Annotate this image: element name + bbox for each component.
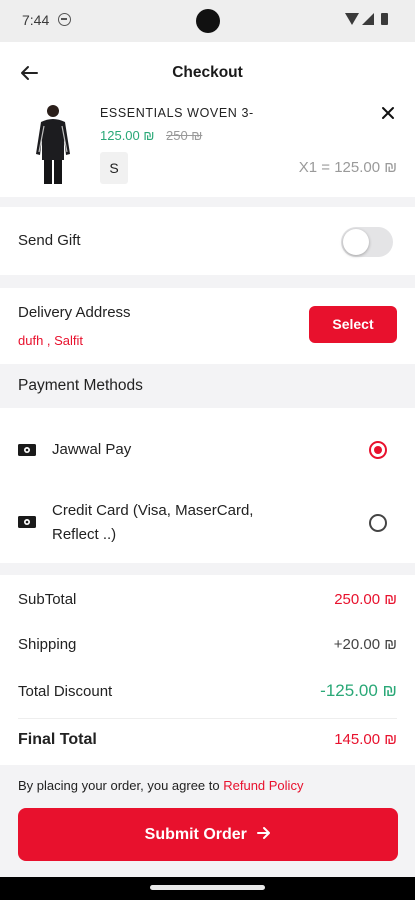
remove-item-icon[interactable]: [381, 106, 395, 120]
camera-cutout: [196, 9, 220, 33]
final-total-value: 145.00 ₪: [334, 731, 397, 748]
payment-option-label-line1: Credit Card (Visa, MaserCard,: [52, 502, 254, 519]
do-not-disturb-icon: [58, 13, 71, 26]
wifi-icon: [345, 13, 359, 25]
product-image[interactable]: [28, 102, 78, 186]
send-gift-row: Send Gift: [0, 207, 415, 275]
product-old-price: 250 ₪: [166, 128, 203, 143]
delivery-address-value: dufh , Salfit: [18, 333, 84, 348]
payment-radio-selected[interactable]: [369, 441, 387, 459]
submit-order-button[interactable]: Submit Order: [18, 808, 398, 861]
status-bar: 7:44: [0, 0, 415, 42]
status-time: 7:44: [22, 12, 50, 28]
shipping-label: Shipping: [18, 636, 77, 653]
delivery-address-label: Delivery Address: [18, 304, 131, 321]
battery-icon: [381, 13, 388, 25]
send-gift-toggle[interactable]: [341, 227, 393, 257]
cash-icon: [18, 516, 36, 528]
refund-policy-link[interactable]: Refund Policy: [223, 778, 303, 793]
payment-radio-unselected[interactable]: [369, 514, 387, 532]
signal-icon: [362, 13, 374, 25]
summary-divider: [18, 718, 397, 719]
delivery-address-section: Delivery Address dufh , Salfit Select: [0, 288, 415, 364]
payment-option-label-line2: Reflect ..): [52, 526, 117, 543]
payment-methods-list: Jawwal Pay Credit Card (Visa, MaserCard,…: [0, 408, 415, 563]
payment-methods-title: Payment Methods: [18, 377, 143, 394]
policy-text: By placing your order, you agree to: [18, 778, 224, 793]
cash-icon: [18, 444, 36, 456]
product-name: ESSENTIALS WOVEN 3-: [100, 106, 254, 120]
toggle-knob: [343, 229, 369, 255]
final-total-label: Final Total: [18, 731, 97, 748]
product-price: 125.00 ₪: [100, 128, 155, 143]
policy-notice: By placing your order, you agree to Refu…: [18, 778, 303, 793]
shipping-value: +20.00 ₪: [333, 636, 397, 653]
subtotal-value: 250.00 ₪: [334, 591, 397, 608]
subtotal-label: SubTotal: [18, 591, 77, 608]
arrow-right-icon: [257, 827, 271, 839]
submit-order-label: Submit Order: [144, 826, 247, 843]
quantity-total: X1 = 125.00 ₪: [298, 159, 397, 176]
size-badge: S: [100, 152, 128, 184]
status-icons: [345, 13, 391, 27]
total-discount-label: Total Discount: [18, 683, 113, 700]
page-title: Checkout: [172, 64, 243, 81]
payment-option-label: Jawwal Pay: [52, 441, 132, 458]
system-navigation-bar: [0, 877, 415, 900]
order-summary: SubTotal 250.00 ₪ Shipping +20.00 ₪ Tota…: [0, 575, 415, 765]
select-address-button[interactable]: Select: [309, 306, 397, 343]
gesture-handle[interactable]: [150, 885, 265, 890]
total-discount-value: -125.00 ₪: [320, 681, 397, 700]
checkout-header: Checkout ESSENTIALS WOVEN 3- 125.00 ₪ 25…: [0, 42, 415, 197]
send-gift-label: Send Gift: [18, 232, 81, 249]
